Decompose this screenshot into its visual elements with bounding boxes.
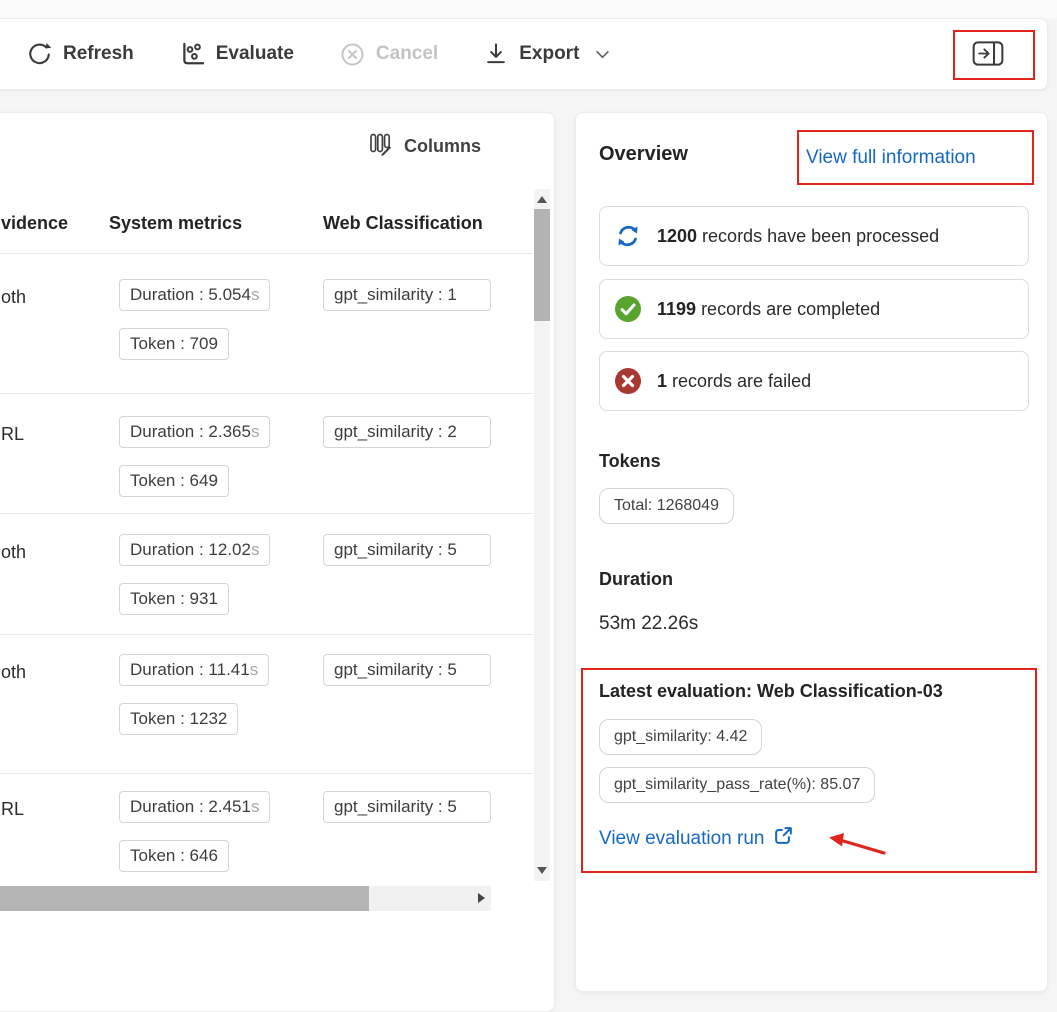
columns-button[interactable]: Columns xyxy=(368,132,481,161)
view-full-information-link[interactable]: View full information xyxy=(806,147,976,169)
duration-heading: Duration xyxy=(599,569,673,590)
token-badge: Token : 931 xyxy=(119,583,229,615)
gpt-similarity-badge: gpt_similarity : 5 xyxy=(323,791,491,823)
gpt-similarity-badge: gpt_similarity : 1 xyxy=(323,279,491,311)
gpt-similarity-pass-rate-badge: gpt_similarity_pass_rate(%): 85.07 xyxy=(599,767,875,803)
download-icon xyxy=(484,42,508,66)
dismiss-circle-icon xyxy=(340,42,365,67)
refresh-button[interactable]: Refresh xyxy=(27,42,134,67)
table-row[interactable]: oth Duration : 11.41s Token : 1232 gpt_s… xyxy=(0,654,533,774)
page-background-strip xyxy=(0,0,1057,18)
duration-badge: Duration : 11.41s xyxy=(119,654,269,686)
completed-status-card: 1199records are completed xyxy=(599,279,1029,339)
vertical-scrollbar[interactable] xyxy=(534,189,550,881)
row-cell-evidence: RL xyxy=(1,799,24,820)
columns-label: Columns xyxy=(404,136,481,157)
duration-badge: Duration : 2.451s xyxy=(119,791,270,823)
token-badge: Token : 649 xyxy=(119,465,229,497)
view-evaluation-run-link[interactable]: View evaluation run xyxy=(599,825,794,852)
error-circle-icon xyxy=(614,367,642,395)
duration-value: 53m 22.26s xyxy=(599,613,698,635)
refresh-icon xyxy=(27,42,52,67)
scroll-up-arrow-icon[interactable] xyxy=(537,196,547,203)
toggle-details-panel-button[interactable] xyxy=(965,41,1011,71)
tokens-total-badge: Total: 1268049 xyxy=(599,488,734,524)
row-divider xyxy=(0,393,533,394)
evaluate-label: Evaluate xyxy=(216,43,294,65)
row-divider xyxy=(0,253,533,254)
vertical-scrollbar-thumb[interactable] xyxy=(534,209,550,321)
row-cell-evidence: oth xyxy=(1,542,26,563)
table-header-row: vidence System metrics Web Classificatio… xyxy=(0,213,554,249)
status-text: 1199records are completed xyxy=(657,299,880,320)
toolbar: Refresh Evaluate Cancel Export xyxy=(0,18,1048,90)
duration-badge: Duration : 2.365s xyxy=(119,416,270,448)
checkmark-circle-icon xyxy=(614,295,642,323)
token-badge: Token : 1232 xyxy=(119,703,238,735)
table-row[interactable]: oth Duration : 12.02s Token : 931 gpt_si… xyxy=(0,534,533,654)
overview-panel: Overview View full information 1200recor… xyxy=(575,112,1048,992)
open-in-new-window-icon xyxy=(773,825,794,852)
export-label: Export xyxy=(519,43,579,65)
duration-badge: Duration : 12.02s xyxy=(119,534,270,566)
row-divider xyxy=(0,634,533,635)
column-header-evidence: vidence xyxy=(1,213,68,234)
token-badge: Token : 646 xyxy=(119,840,229,872)
column-header-system-metrics: System metrics xyxy=(109,213,242,234)
gpt-similarity-metric-badge: gpt_similarity: 4.42 xyxy=(599,719,762,755)
duration-badge: Duration : 5.054s xyxy=(119,279,270,311)
overview-title: Overview xyxy=(599,143,688,166)
chart-dots-icon xyxy=(180,42,205,67)
export-button[interactable]: Export xyxy=(484,42,609,66)
latest-evaluation-title: Latest evaluation: Web Classification-03 xyxy=(599,681,943,702)
status-text: 1200records have been processed xyxy=(657,226,939,247)
horizontal-scrollbar-thumb[interactable] xyxy=(0,886,369,911)
gpt-similarity-badge: gpt_similarity : 2 xyxy=(323,416,491,448)
open-panel-right-icon xyxy=(972,41,1004,71)
chevron-down-icon xyxy=(596,50,609,59)
row-cell-evidence: oth xyxy=(1,287,26,308)
row-cell-evidence: RL xyxy=(1,424,24,445)
column-header-web-classification: Web Classification xyxy=(323,213,483,234)
row-divider xyxy=(0,513,533,514)
refresh-label: Refresh xyxy=(63,43,134,65)
cancel-label: Cancel xyxy=(376,43,438,65)
processed-status-card: 1200records have been processed xyxy=(599,206,1029,266)
gpt-similarity-badge: gpt_similarity : 5 xyxy=(323,654,491,686)
scroll-right-arrow-icon[interactable] xyxy=(478,893,485,903)
row-cell-evidence: oth xyxy=(1,662,26,683)
output-table-panel: Columns vidence System metrics Web Class… xyxy=(0,112,555,1012)
horizontal-scrollbar[interactable] xyxy=(0,886,491,911)
cancel-button[interactable]: Cancel xyxy=(340,42,438,67)
table-row[interactable]: RL Duration : 2.365s Token : 649 gpt_sim… xyxy=(0,416,533,536)
edit-columns-icon xyxy=(368,132,392,161)
evaluate-button[interactable]: Evaluate xyxy=(180,42,294,67)
scroll-down-arrow-icon[interactable] xyxy=(537,867,547,874)
sync-icon xyxy=(614,222,642,250)
failed-status-card: 1records are failed xyxy=(599,351,1029,411)
token-badge: Token : 709 xyxy=(119,328,229,360)
gpt-similarity-badge: gpt_similarity : 5 xyxy=(323,534,491,566)
row-divider xyxy=(0,773,533,774)
tokens-heading: Tokens xyxy=(599,451,661,472)
table-row[interactable]: oth Duration : 5.054s Token : 709 gpt_si… xyxy=(0,279,533,399)
status-text: 1records are failed xyxy=(657,371,811,392)
